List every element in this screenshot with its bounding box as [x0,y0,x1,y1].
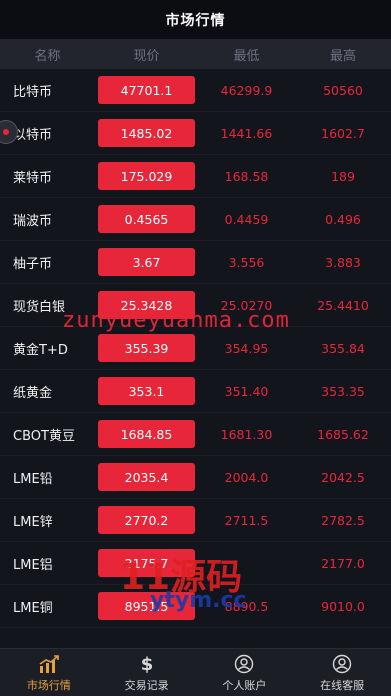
quote-low: 46299.9 [220,82,273,98]
price-button[interactable]: 47701.1 [98,76,195,104]
quote-name: CBOT黄豆 [13,428,75,444]
quote-low: 168.58 [224,168,269,184]
price-button[interactable]: 2175.7 [98,549,195,577]
quote-high: 2042.5 [321,469,365,485]
quote-row[interactable]: 比特币 47701.1 46299.9 50560 [0,69,391,112]
quote-high: 9010.0 [321,598,365,614]
column-name: 名称 [34,48,61,64]
quote-high: 2782.5 [321,512,365,528]
column-header: 名称 现价 最低 最高 [0,39,391,69]
price-button[interactable]: 2035.4 [98,463,195,491]
quote-row[interactable]: 黄金T+D 355.39 354.95 355.84 [0,327,391,370]
quote-row[interactable]: 瑞波币 0.4565 0.4459 0.496 [0,198,391,241]
quote-row[interactable]: 以特币 1485.02 1441.66 1602.7 [0,112,391,155]
tab-label: 在线客服 [320,678,365,692]
quote-row[interactable]: 现货白银 25.3428 25.0270 25.4410 [0,284,391,327]
quote-row[interactable]: 莱特币 175.029 168.58 189 [0,155,391,198]
column-price: 现价 [133,48,160,64]
price-button[interactable]: 8951.5 [98,592,195,620]
tab-online-service[interactable]: 在线客服 [293,649,391,696]
tab-market[interactable]: 市场行情 [0,649,98,696]
quote-name: 瑞波币 [13,213,53,229]
quote-high: 189 [331,168,355,184]
quote-low: 0.4459 [224,211,269,227]
tab-trade-records[interactable]: $ 交易记录 [98,649,196,696]
dollar-icon: $ [137,653,157,675]
quote-high: 0.496 [325,211,361,227]
quote-low: 2004.0 [224,469,269,485]
quote-name: LME铝 [13,557,53,573]
quote-row[interactable]: LME铜 8951.5 8890.5 9010.0 [0,585,391,628]
svg-text:$: $ [140,654,153,674]
price-button[interactable]: 1485.02 [98,119,195,147]
quote-name: 黄金T+D [13,342,68,358]
quote-low: 3.556 [228,254,265,270]
service-icon [332,653,352,675]
quote-high: 1602.7 [321,125,365,141]
quote-low: 351.40 [224,383,269,399]
price-button[interactable]: 355.39 [98,334,195,362]
column-low: 最低 [233,48,260,64]
quote-high: 353.35 [321,383,365,399]
tab-label: 交易记录 [124,678,169,692]
quote-name: 莱特币 [13,170,53,186]
quote-low: 354.95 [224,340,269,356]
quote-name: 比特币 [13,84,53,100]
price-button[interactable]: 353.1 [98,377,195,405]
price-button[interactable]: 2770.2 [98,506,195,534]
quote-row[interactable]: LME铝 2175.7 2177.0 [0,542,391,585]
quote-high: 355.84 [321,340,365,356]
quote-high: 2177.0 [321,555,365,571]
quote-name: LME铅 [13,471,53,487]
tab-label: 个人账户 [222,678,267,692]
quote-row[interactable]: 纸黄金 353.1 351.40 353.35 [0,370,391,413]
market-app: 市场行情 名称 现价 最低 最高 比特币 47701.1 46299.9 505… [0,0,391,696]
tab-account[interactable]: 个人账户 [196,649,294,696]
quote-name: 现货白银 [13,299,66,315]
bottom-tab-bar: 市场行情 $ 交易记录 个人账户 在线客服 [0,648,391,696]
quote-name: LME铜 [13,600,53,616]
chart-icon [38,653,60,675]
quote-name: LME锌 [13,514,53,530]
quote-low: 1681.30 [220,426,273,442]
tab-label: 市场行情 [26,678,71,692]
price-button[interactable]: 175.029 [98,162,195,190]
price-button[interactable]: 25.3428 [98,291,195,319]
quote-high: 1685.62 [317,426,369,442]
page-title: 市场行情 [165,12,226,29]
quote-name: 柚子币 [13,256,53,272]
user-icon [234,653,254,675]
quote-low: 2711.5 [224,512,269,528]
quote-high: 3.883 [325,254,361,270]
quote-low: 1441.66 [220,125,273,141]
quote-high: 50560 [323,82,363,98]
price-button[interactable]: 1684.85 [98,420,195,448]
quote-name: 纸黄金 [13,385,53,401]
price-button[interactable]: 0.4565 [98,205,195,233]
quote-low: 25.0270 [220,297,273,313]
quote-high: 25.4410 [317,297,369,313]
quote-row[interactable]: CBOT黄豆 1684.85 1681.30 1685.62 [0,413,391,456]
quote-row[interactable]: LME锌 2770.2 2711.5 2782.5 [0,499,391,542]
quote-row[interactable]: LME铅 2035.4 2004.0 2042.5 [0,456,391,499]
column-high: 最高 [329,48,356,64]
quote-low: 8890.5 [224,598,269,614]
quote-row[interactable]: 柚子币 3.67 3.556 3.883 [0,241,391,284]
quote-list: 比特币 47701.1 46299.9 50560 以特币 1485.02 14… [0,69,391,628]
price-button[interactable]: 3.67 [98,248,195,276]
top-bar: 市场行情 [0,0,391,39]
